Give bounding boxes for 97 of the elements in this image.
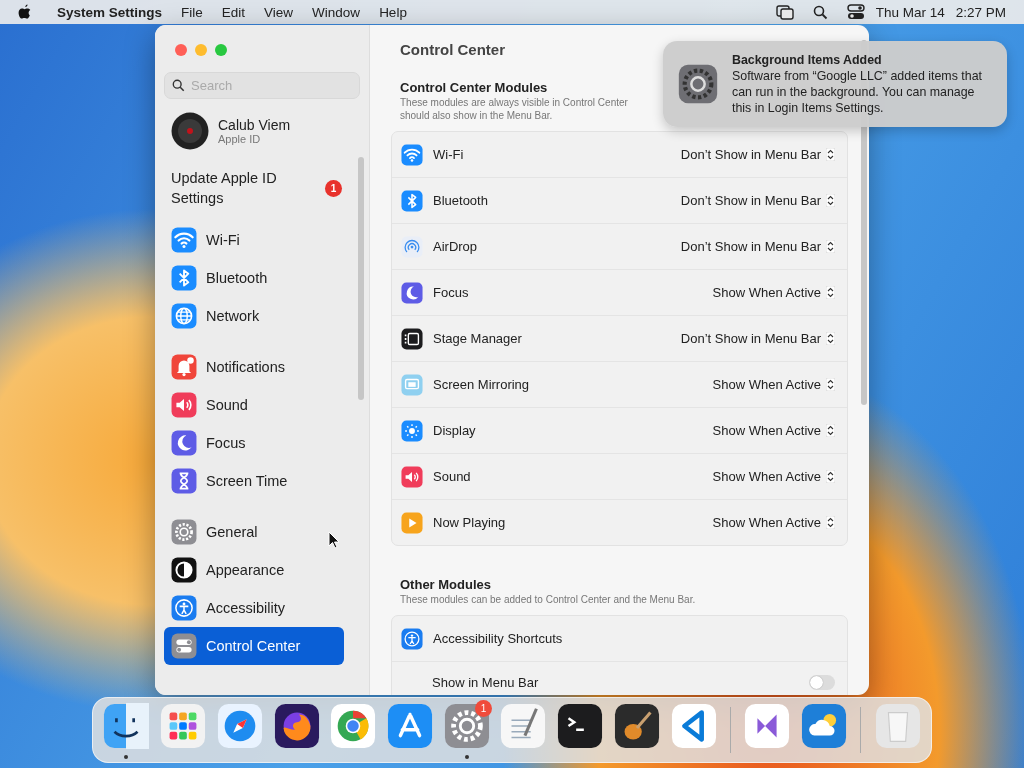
module-name: Focus bbox=[433, 285, 470, 300]
module-name: Display bbox=[433, 423, 477, 438]
notification-badge: 1 bbox=[325, 179, 342, 197]
updown-chevron-icon bbox=[826, 424, 835, 437]
menu-bar-visibility-popup[interactable]: Show When Active bbox=[712, 377, 835, 392]
section-description: should also show in the Menu Bar. bbox=[400, 109, 553, 122]
updown-chevron-icon bbox=[826, 332, 835, 345]
speaker-icon bbox=[171, 392, 197, 418]
section-description: These modules are always visible in Control Center bbox=[400, 96, 628, 109]
gear-icon bbox=[171, 519, 197, 545]
toggle-switch[interactable] bbox=[809, 674, 835, 690]
updown-chevron-icon bbox=[826, 148, 835, 161]
windows-icon[interactable] bbox=[775, 4, 794, 20]
section-description: These modules can be added to Control Center and the Menu Bar. bbox=[400, 593, 696, 606]
play-icon bbox=[401, 511, 423, 534]
menu-item[interactable]: Help bbox=[379, 4, 407, 20]
page-title: Control Center bbox=[400, 41, 506, 58]
monitor-icon bbox=[401, 373, 423, 396]
updown-chevron-icon bbox=[826, 516, 835, 529]
smiling-face-icon bbox=[103, 703, 150, 749]
scroll-bar[interactable] bbox=[358, 157, 364, 400]
module-name: Bluetooth bbox=[433, 193, 489, 208]
account-subtitle: Apple ID bbox=[218, 133, 262, 145]
updown-chevron-icon bbox=[826, 378, 835, 391]
menu-bar-visibility-popup[interactable]: Show When Active bbox=[712, 469, 835, 484]
setting-label: Show in Menu Bar bbox=[432, 674, 540, 690]
speaker-icon bbox=[401, 465, 423, 488]
globe-icon bbox=[171, 303, 197, 329]
module-name: Accessibility Shortcuts bbox=[433, 631, 564, 646]
updown-chevron-icon bbox=[826, 286, 835, 299]
person-icon bbox=[171, 595, 197, 621]
bluetooth-icon bbox=[171, 265, 197, 291]
module-name: Screen Mirroring bbox=[433, 377, 531, 392]
module-name: Stage Manager bbox=[433, 331, 523, 346]
avatar-icon[interactable] bbox=[171, 112, 209, 150]
menu-bar-time[interactable]: 2:27 PM bbox=[955, 4, 1006, 20]
updown-chevron-icon bbox=[826, 470, 835, 483]
updown-chevron-icon bbox=[826, 240, 835, 253]
apple-logo-icon[interactable] bbox=[18, 4, 32, 20]
notification-title: Background Items Added bbox=[732, 52, 883, 68]
menu-item[interactable]: Edit bbox=[221, 4, 246, 20]
sidebar-item[interactable]: Sound bbox=[164, 386, 344, 424]
wifi-icon bbox=[401, 143, 423, 166]
module-name: AirDrop bbox=[433, 239, 479, 254]
sidebar-item[interactable]: Bluetooth bbox=[164, 259, 344, 297]
gear-icon bbox=[443, 703, 490, 749]
toggle-switches-icon bbox=[171, 633, 197, 659]
menu-bar-visibility-popup[interactable]: Show When Active bbox=[712, 515, 835, 530]
module-name: Sound bbox=[433, 469, 472, 484]
moon-icon bbox=[401, 281, 423, 304]
mouse-pointer-icon bbox=[328, 531, 340, 549]
windows-icon bbox=[401, 327, 423, 350]
wifi-icon bbox=[171, 227, 197, 253]
control-center-icon[interactable] bbox=[846, 4, 865, 20]
moon-icon bbox=[171, 430, 197, 456]
section-title: Other Modules bbox=[400, 577, 491, 592]
sidebar-item[interactable]: General bbox=[164, 513, 344, 551]
sidebar-item[interactable]: Focus bbox=[164, 424, 344, 462]
account-name[interactable]: Calub Viem bbox=[218, 117, 291, 133]
menu-bar-visibility-popup[interactable]: Don’t Show in Menu Bar bbox=[680, 331, 835, 346]
bell-icon bbox=[171, 354, 197, 380]
updown-chevron-icon bbox=[826, 194, 835, 207]
sidebar-item[interactable]: Accessibility bbox=[164, 589, 344, 627]
menu-bar-visibility-popup[interactable]: Show When Active bbox=[712, 285, 835, 300]
bluetooth-icon bbox=[401, 189, 423, 212]
update-apple-id-link[interactable]: Update Apple ID Settings bbox=[171, 168, 301, 208]
module-name: Wi-Fi bbox=[433, 147, 465, 162]
menu-bar-date[interactable]: Thu Mar 14 bbox=[875, 4, 945, 20]
sidebar-item[interactable]: Control Center bbox=[164, 627, 344, 665]
notification-banner[interactable]: Background Items Added Software from “Google LLC” added items that can run in the background. You can manage this in Login Items Settings. bbox=[663, 41, 1007, 127]
search-field[interactable]: Search bbox=[164, 72, 360, 99]
sun-icon bbox=[401, 419, 423, 442]
section-title: Control Center Modules bbox=[400, 80, 548, 95]
menu-bar-visibility-popup[interactable]: Don’t Show in Menu Bar bbox=[680, 239, 835, 254]
menu-item[interactable]: Window bbox=[312, 4, 361, 20]
dock-badge: 1 bbox=[475, 700, 493, 717]
menu-item[interactable]: File bbox=[181, 4, 203, 20]
sidebar-item[interactable]: Network bbox=[164, 297, 344, 335]
gear-icon bbox=[678, 64, 718, 104]
menu-bar-visibility-popup[interactable]: Don’t Show in Menu Bar bbox=[680, 193, 835, 208]
notification-message: Software from “Google LLC” added items that can run in the background. You can manage this in Login Items Settings. bbox=[732, 68, 983, 116]
close-button[interactable] bbox=[175, 44, 187, 56]
sidebar-item[interactable]: Screen Time bbox=[164, 462, 344, 500]
menu-item[interactable]: View bbox=[264, 4, 294, 20]
sidebar-item[interactable]: Appearance bbox=[164, 551, 344, 589]
search-icon bbox=[172, 79, 185, 92]
sidebar-item[interactable]: Notifications bbox=[164, 348, 344, 386]
person-icon bbox=[401, 627, 423, 650]
broadcast-icon bbox=[401, 235, 423, 258]
app-menu-title[interactable]: System Settings bbox=[57, 4, 163, 20]
module-name: Now Playing bbox=[433, 515, 507, 530]
sidebar-item[interactable]: Wi-Fi bbox=[164, 221, 344, 259]
contrast-icon bbox=[171, 557, 197, 583]
menu-bar-visibility-popup[interactable]: Show When Active bbox=[712, 423, 835, 438]
hourglass-icon bbox=[171, 468, 197, 494]
menu-bar-visibility-popup[interactable]: Don’t Show in Menu Bar bbox=[680, 147, 835, 162]
search-icon[interactable] bbox=[812, 4, 828, 20]
